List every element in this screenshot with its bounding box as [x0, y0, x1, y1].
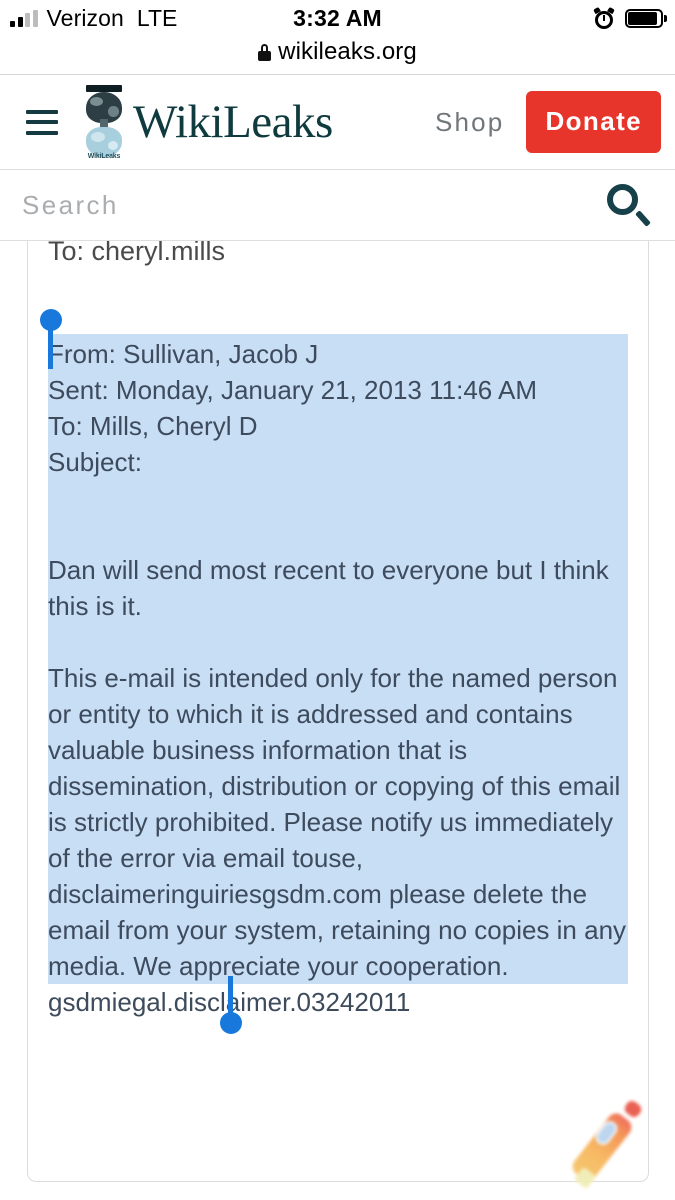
- clock-label: 3:32 AM: [293, 4, 382, 31]
- logo-wordmark: WikiLeaks: [87, 153, 121, 160]
- shop-link[interactable]: Shop: [435, 107, 505, 138]
- selected-email-text[interactable]: From: Sullivan, Jacob J Sent: Monday, Ja…: [48, 334, 628, 984]
- site-brand-name: WikiLeaks: [133, 96, 333, 148]
- search-magnifier-icon[interactable]: [605, 183, 651, 229]
- email-blank-line-1: [48, 480, 628, 516]
- search-bar: [0, 171, 675, 241]
- email-subject-line: Subject:: [48, 447, 142, 477]
- wikileaks-hourglass-logo-icon: WikiLeaks: [79, 83, 129, 161]
- email-blank-line-3: [48, 624, 628, 660]
- email-document-panel: To: cheryl.mills From: Sullivan, Jacob J…: [27, 241, 649, 1182]
- browser-url-bar[interactable]: wikileaks.org: [0, 30, 675, 74]
- email-to-line: To: Mills, Cheryl D: [48, 411, 258, 441]
- selection-handle-end[interactable]: [220, 976, 242, 1034]
- site-header: WikiLeaks WikiLeaks Shop Donate: [0, 75, 675, 170]
- url-label: wikileaks.org: [278, 38, 417, 65]
- hamburger-menu-icon[interactable]: [26, 109, 58, 135]
- clipped-recipient-line: To: cheryl.mills: [48, 241, 226, 266]
- email-blank-line-2: [48, 516, 628, 552]
- site-logo-link[interactable]: WikiLeaks WikiLeaks: [79, 83, 333, 161]
- selection-handle-start[interactable]: [40, 309, 62, 369]
- email-body-paragraph-1: Dan will send most recent to everyone bu…: [48, 555, 616, 621]
- phone-screen: Verizon LTE 3:32 AM wikileaks.org WikiLe…: [0, 0, 675, 1200]
- email-sent-line: Sent: Monday, January 21, 2013 11:46 AM: [48, 375, 538, 405]
- email-document-content: To: cheryl.mills From: Sullivan, Jacob J…: [28, 241, 648, 1034]
- email-from-line: From: Sullivan, Jacob J: [48, 339, 319, 369]
- donate-button[interactable]: Donate: [526, 91, 661, 153]
- battery-full-icon: [625, 8, 667, 28]
- search-input[interactable]: [22, 190, 502, 221]
- alarm-clock-icon: [593, 6, 615, 29]
- header-actions: Shop Donate: [435, 91, 675, 153]
- email-disclaimer-tail: gsdmiegal.disclaimer.03242011: [48, 984, 628, 1020]
- email-body-paragraph-2: This e-mail is intended only for the nam…: [48, 663, 634, 981]
- lock-icon: [258, 43, 272, 61]
